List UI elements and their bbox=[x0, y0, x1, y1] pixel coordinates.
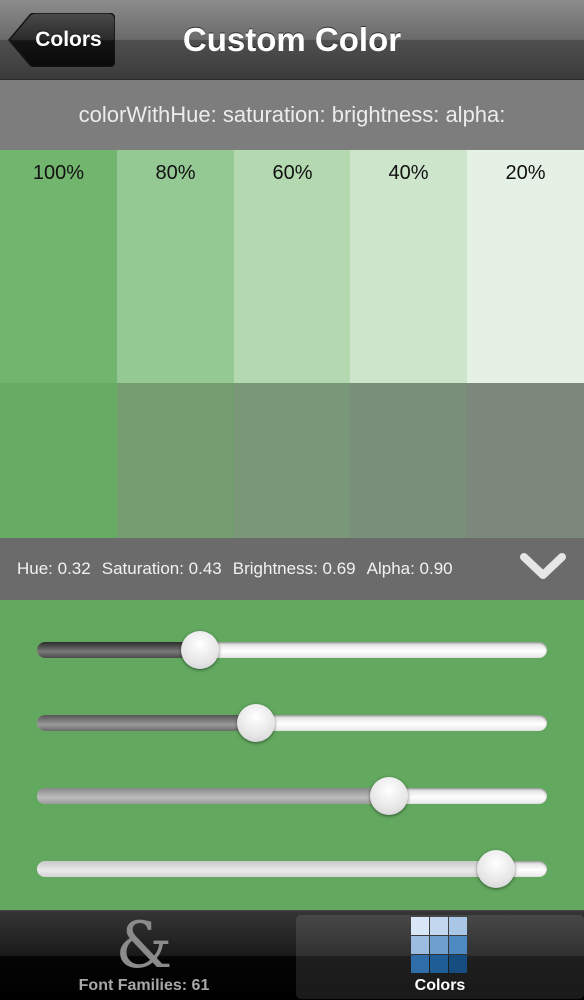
color-values-bar: Hue: 0.32 Saturation: 0.43 Brightness: 0… bbox=[0, 538, 584, 600]
swatch-40: 40% bbox=[350, 150, 467, 538]
hue-slider[interactable] bbox=[37, 630, 547, 670]
swatch-bottom bbox=[467, 383, 584, 538]
swatch-60: 60% bbox=[234, 150, 351, 538]
swatch-label: 60% bbox=[272, 162, 313, 184]
brightness-value: Brightness: 0.69 bbox=[232, 559, 356, 578]
tab-label: Colors bbox=[414, 977, 466, 994]
tab-label: Font Families: 61 bbox=[78, 977, 210, 994]
slider-thumb[interactable] bbox=[181, 631, 220, 669]
slider-track bbox=[37, 788, 547, 804]
ampersand-icon: & bbox=[115, 909, 173, 983]
slider-fill bbox=[37, 788, 389, 804]
swatch-80: 80% bbox=[117, 150, 234, 538]
saturation-value: Saturation: 0.43 bbox=[101, 559, 222, 578]
tab-colors[interactable]: Colors bbox=[296, 915, 584, 999]
alpha-slider[interactable] bbox=[37, 849, 547, 889]
slider-track bbox=[37, 642, 547, 658]
swatch-label: 100% bbox=[32, 162, 85, 184]
slider-thumb[interactable] bbox=[477, 850, 515, 888]
slider-fill bbox=[37, 861, 496, 877]
hue-value: Hue: 0.32 bbox=[17, 559, 91, 578]
slider-track bbox=[37, 715, 547, 731]
swatch-bottom bbox=[234, 383, 351, 538]
back-button[interactable]: Colors bbox=[8, 13, 115, 67]
slider-fill bbox=[37, 715, 257, 731]
saturation-slider[interactable] bbox=[37, 703, 547, 743]
tab-font-families[interactable]: & Font Families: 61 bbox=[0, 909, 288, 999]
slider-panel bbox=[0, 600, 584, 910]
back-button-label: Colors bbox=[35, 28, 102, 51]
brightness-slider[interactable] bbox=[37, 776, 547, 816]
swatch-label: 20% bbox=[505, 162, 546, 184]
slider-track bbox=[37, 861, 547, 877]
swatch-20: 20% bbox=[467, 150, 584, 538]
swatch-bottom bbox=[350, 383, 467, 538]
color-grid-icon bbox=[411, 917, 467, 973]
opacity-swatches: 100% 80% 60% 40% 20% bbox=[0, 150, 584, 538]
navigation-bar: Colors Custom Color bbox=[0, 0, 584, 80]
swatch-bottom bbox=[0, 383, 117, 538]
swatch-bottom bbox=[117, 383, 234, 538]
swatch-100: 100% bbox=[0, 150, 117, 538]
method-header: colorWithHue: saturation: brightness: al… bbox=[0, 80, 584, 150]
swatch-label: 40% bbox=[388, 162, 429, 184]
slider-thumb[interactable] bbox=[237, 704, 276, 742]
page-title: Custom Color bbox=[182, 21, 402, 58]
swatch-label: 80% bbox=[155, 162, 196, 184]
slider-thumb[interactable] bbox=[369, 777, 408, 815]
tab-bar: & Font Families: 61 Colors bbox=[0, 910, 584, 1000]
alpha-value: Alpha: 0.90 bbox=[366, 559, 453, 578]
chevron-down-icon[interactable] bbox=[520, 552, 566, 582]
slider-fill bbox=[37, 642, 201, 658]
